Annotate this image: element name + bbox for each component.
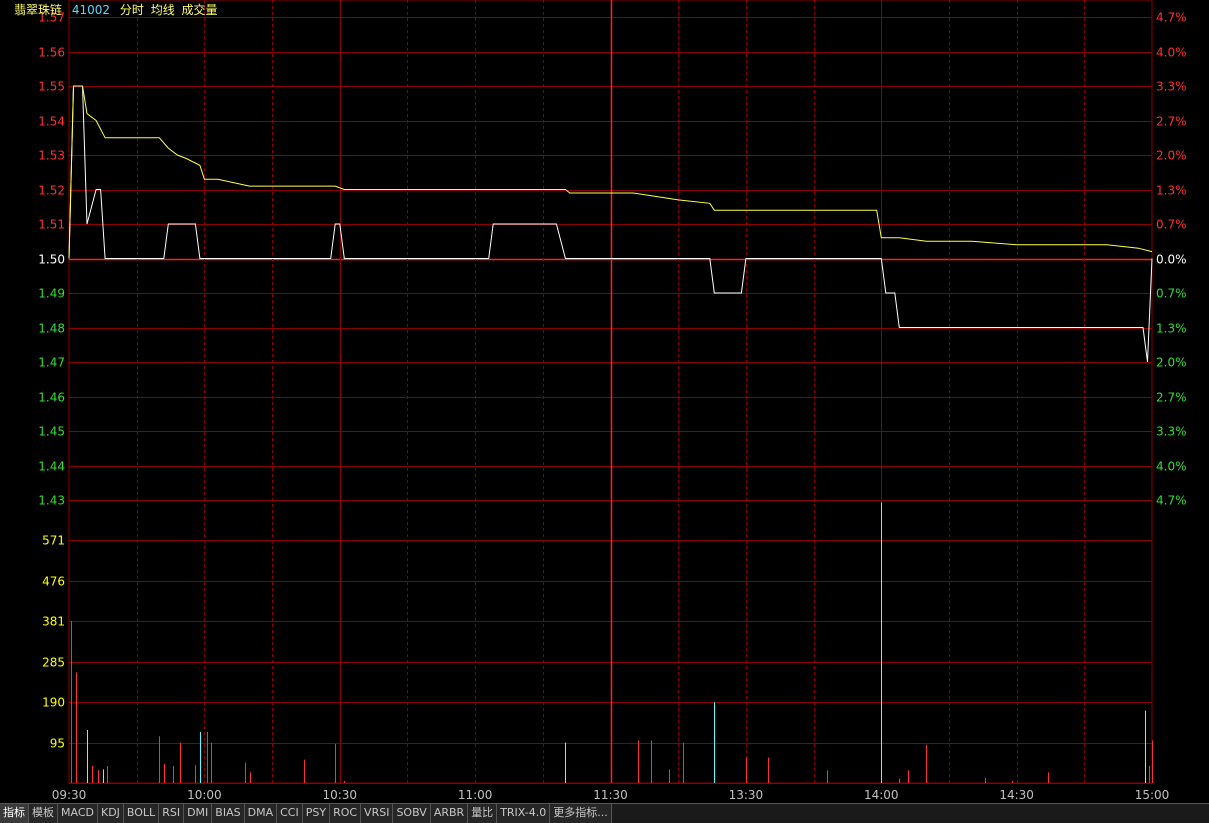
volume-tick-label: 285	[42, 656, 65, 670]
price-tick-label: 1.46	[38, 391, 65, 405]
indicator-tab[interactable]: KDJ	[97, 804, 124, 823]
indicator-tab[interactable]: PSY	[302, 804, 331, 823]
indicator-tab[interactable]: DMI	[184, 804, 213, 823]
timeshare-label: 分时	[119, 3, 144, 17]
indicator-tab[interactable]: MACD	[58, 804, 98, 823]
price-tick-label: 1.51	[38, 218, 65, 232]
price-tick-label: 1.43	[38, 494, 65, 508]
stock-name: 翡翠珠链	[14, 3, 63, 17]
pct-tick-label: 4.7%	[1156, 494, 1187, 508]
pct-tick-label: 2.0%	[1156, 149, 1187, 163]
pct-tick-label: 3.3%	[1156, 80, 1187, 94]
indicator-tab[interactable]: ROC	[330, 804, 362, 823]
pct-tick-label: 1.3%	[1156, 184, 1187, 198]
indicator-tab[interactable]: 更多指标...	[550, 804, 612, 823]
volume-tick-label: 571	[42, 534, 65, 548]
avgline-label: 均线	[150, 3, 175, 17]
time-tick-label: 14:30	[999, 788, 1034, 802]
pct-tick-label: 4.0%	[1156, 46, 1187, 60]
indicator-tab[interactable]: DMA	[244, 804, 278, 823]
volume-tick-label: 95	[50, 737, 65, 751]
pct-tick-label: 0.7%	[1156, 218, 1187, 232]
volume-label: 成交量	[181, 3, 218, 17]
time-tick-label: 13:30	[729, 788, 764, 802]
price-tick-label: 1.50	[38, 253, 65, 267]
time-tick-label: 10:30	[322, 788, 357, 802]
indicator-tab[interactable]: 模板	[29, 804, 58, 823]
indicator-tab[interactable]: ARBR	[430, 804, 469, 823]
time-tick-label: 09:30	[52, 788, 87, 802]
volume-tick-label: 476	[42, 575, 65, 589]
average-line	[68, 85, 1153, 259]
price-tick-label: 1.49	[38, 287, 65, 301]
pct-tick-label: 0.7%	[1156, 287, 1187, 301]
chart-header: 翡翠珠链 41002 分时 均线 成交量	[14, 2, 224, 18]
pct-tick-label: 1.3%	[1156, 322, 1187, 336]
volume-tick-label: 381	[42, 615, 65, 629]
price-tick-label: 1.45	[38, 425, 65, 439]
price-tick-label: 1.48	[38, 322, 65, 336]
indicator-tab[interactable]: CCI	[277, 804, 303, 823]
indicator-tab-bar: 指标 模板 MACD KDJ BOLL RSI DMI BIAS DMA CCI PSY ROC VRS…	[0, 803, 1209, 823]
price-tick-label: 1.55	[38, 80, 65, 94]
price-tick-label: 1.53	[38, 149, 65, 163]
price-tick-label: 1.56	[38, 46, 65, 60]
pct-tick-label: 2.7%	[1156, 115, 1187, 129]
price-tick-label: 1.52	[38, 184, 65, 198]
chart-frame	[68, 0, 1153, 784]
time-tick-label: 11:30	[593, 788, 628, 802]
pct-tick-label: 4.0%	[1156, 460, 1187, 474]
pct-tick-label: 0.0%	[1156, 253, 1187, 267]
indicator-tab[interactable]: TRIX-4.0	[497, 804, 551, 823]
indicator-tab[interactable]: BIAS	[212, 804, 245, 823]
indicator-tab[interactable]: 量比	[468, 804, 498, 823]
indicator-tab[interactable]: BOLL	[123, 804, 160, 823]
price-tick-label: 1.47	[38, 356, 65, 370]
volume-tick-label: 190	[42, 696, 65, 710]
time-tick-label: 15:00	[1135, 788, 1170, 802]
pct-tick-label: 3.3%	[1156, 425, 1187, 439]
stock-code: 41002	[71, 3, 111, 17]
price-tick-label: 1.54	[38, 115, 65, 129]
time-tick-label: 14:00	[864, 788, 899, 802]
indicator-tab[interactable]: 指标	[0, 804, 29, 823]
pct-tick-label: 4.7%	[1156, 11, 1187, 25]
intraday-chart[interactable]: 1.57 4.7%1.56 4.0%1.55 3.3%1.54 2.7%1.53 2.0%…	[0, 0, 1209, 802]
indicator-tab[interactable]: VRSI	[361, 804, 394, 823]
price-tick-label: 1.44	[38, 460, 65, 474]
pct-tick-label: 2.7%	[1156, 391, 1187, 405]
time-tick-label: 10:00	[187, 788, 222, 802]
pct-tick-label: 2.0%	[1156, 356, 1187, 370]
indicator-tab[interactable]: SOBV	[393, 804, 431, 823]
time-tick-label: 11:00	[458, 788, 493, 802]
indicator-tab[interactable]: RSI	[159, 804, 185, 823]
